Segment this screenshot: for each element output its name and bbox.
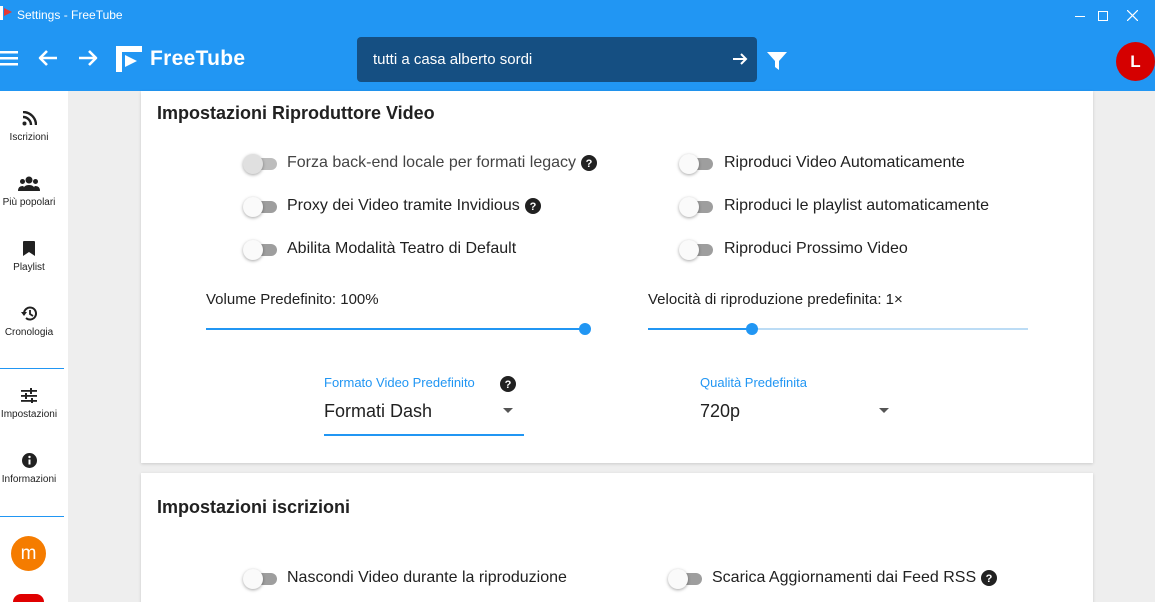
volume-slider-fill: [206, 328, 585, 330]
player-settings-card: Impostazioni Riproduttore Video Forza ba…: [141, 91, 1093, 463]
search-arrow-icon[interactable]: [731, 50, 749, 68]
sidebar-item-history[interactable]: Cronologia: [0, 306, 58, 338]
section-title: Impostazioni Riproduttore Video: [157, 103, 435, 123]
svg-text:?: ?: [505, 379, 512, 391]
quality-select[interactable]: Qualità Predefinita 720p: [700, 375, 900, 437]
sidebar-item-label: Informazioni: [1, 474, 57, 485]
search-input[interactable]: tutti a casa alberto sordi: [373, 51, 532, 68]
toggle-label: Riproduci Video Automaticamente: [724, 154, 965, 171]
toggle-label: Abilita Modalità Teatro di Default: [287, 240, 517, 257]
help-icon[interactable]: ?: [581, 155, 598, 171]
toggle-label: Proxy dei Video tramite Invidious ?: [287, 197, 541, 215]
toggle-label: Riproduci Prossimo Video: [724, 240, 908, 257]
back-arrow-icon[interactable]: [38, 49, 58, 67]
subscription-settings-card: Impostazioni iscrizioni Nascondi Video d…: [141, 473, 1093, 602]
search-bar[interactable]: tutti a casa alberto sordi: [357, 37, 757, 82]
profile-avatar[interactable]: L: [1116, 42, 1155, 81]
help-icon[interactable]: ?: [981, 570, 998, 586]
filter-icon[interactable]: [767, 51, 787, 71]
toggle-proxy-invidious[interactable]: [243, 196, 279, 217]
speed-label: Velocità di riproduzione predefinita: 1×: [648, 291, 903, 308]
sidebar-item-label: Cronologia: [4, 327, 54, 338]
select-value: Formati Dash: [324, 401, 433, 421]
toggle-autoplay-playlists[interactable]: [679, 196, 715, 217]
speed-slider-thumb[interactable]: [746, 323, 758, 335]
sidebar-item-label: Impostazioni: [0, 409, 58, 420]
sidebar-divider: [0, 516, 64, 517]
window-title: Settings - FreeTube: [17, 8, 123, 22]
sliders-icon: [21, 388, 37, 403]
bookmark-icon: [23, 241, 35, 256]
toggle-legacy-backend[interactable]: [243, 153, 279, 174]
toggle-label: Forza back-end locale per formati legacy…: [287, 154, 598, 172]
svg-text:?: ?: [986, 573, 993, 585]
svg-text:?: ?: [529, 201, 536, 213]
help-icon[interactable]: ?: [524, 198, 541, 214]
help-icon[interactable]: ?: [500, 376, 516, 392]
speed-slider-fill: [648, 328, 752, 330]
sidebar-item-label: Più popolari: [2, 197, 56, 208]
history-icon: [21, 306, 37, 321]
sidebar-item-popular[interactable]: Più popolari: [0, 176, 58, 208]
toggle-rss-feeds[interactable]: [668, 568, 704, 589]
menu-icon[interactable]: [0, 49, 18, 67]
select-value: 720p: [700, 401, 741, 421]
select-underline: [324, 434, 524, 436]
toggle-label: Riproduci le playlist automaticamente: [724, 197, 990, 214]
toggle-play-next[interactable]: [679, 239, 715, 260]
close-window-button[interactable]: [1109, 0, 1155, 31]
toggle-label: Nascondi Video durante la riproduzione: [287, 569, 567, 586]
select-label: Qualità Predefinita: [700, 375, 807, 390]
sidebar-item-label: Iscrizioni: [9, 132, 49, 143]
logo-text: FreeTube: [150, 47, 246, 70]
window-titlebar: Settings - FreeTube: [0, 0, 1155, 31]
section-title: Impostazioni iscrizioni: [157, 497, 351, 517]
volume-slider[interactable]: [206, 323, 591, 335]
toggle-theatre-mode[interactable]: [243, 239, 279, 260]
video-format-select[interactable]: Formato Video Predefinito ? Formati Dash: [324, 375, 524, 437]
toggle-autoplay-video[interactable]: [679, 153, 715, 174]
sidebar-item-about[interactable]: Informazioni: [0, 453, 58, 485]
freetube-app-icon: [0, 6, 12, 20]
sidebar-item-playlist[interactable]: Playlist: [0, 241, 58, 273]
freetube-logo-icon: [116, 46, 142, 72]
maximize-icon: [1098, 10, 1108, 21]
chevron-down-icon: [879, 408, 889, 413]
rss-icon: [22, 111, 37, 126]
toggle-label: Scarica Aggiornamenti dai Feed RSS ?: [712, 569, 998, 587]
speed-slider[interactable]: [648, 323, 1028, 335]
chevron-down-icon: [503, 408, 513, 413]
freetube-logo[interactable]: FreeTube: [116, 44, 245, 74]
channel-avatar-2[interactable]: [13, 594, 44, 602]
volume-slider-thumb[interactable]: [579, 323, 591, 335]
volume-label: Volume Predefinito: 100%: [206, 291, 379, 308]
sidebar-divider: [0, 368, 64, 369]
channel-avatar[interactable]: m: [11, 536, 46, 571]
top-nav: FreeTube tutti a casa alberto sordi L: [0, 31, 1155, 91]
sidebar-item-label: Playlist: [13, 262, 45, 273]
side-nav: Iscrizioni Più popolari Playlist Cronolo…: [0, 91, 68, 602]
close-icon: [1126, 10, 1138, 21]
sidebar-item-subscriptions[interactable]: Iscrizioni: [0, 111, 58, 143]
users-icon: [18, 176, 40, 191]
toggle-hide-watched[interactable]: [243, 568, 279, 589]
forward-arrow-icon[interactable]: [78, 49, 98, 67]
svg-text:?: ?: [586, 158, 593, 170]
select-label: Formato Video Predefinito: [324, 375, 475, 390]
info-icon: [21, 453, 37, 468]
sidebar-item-settings[interactable]: Impostazioni: [0, 388, 58, 420]
